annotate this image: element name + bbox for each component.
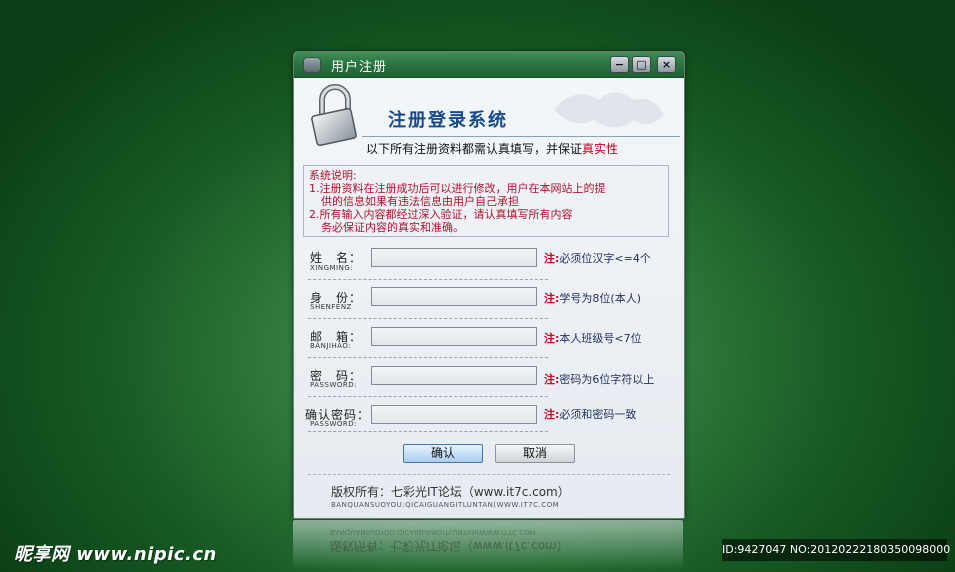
notice-text: 以下所有注册资料都需认真填写，并保证真实性 (366, 140, 618, 157)
notice-prefix: 以下所有注册资料都需认真填写，并保证 (366, 142, 583, 156)
cancel-button[interactable]: 取消 (495, 444, 575, 463)
confirm-password-sublabel: PASSWORD: (310, 420, 357, 428)
world-map-decoration (554, 92, 664, 128)
note-text: 学号为8位(本人) (559, 292, 641, 305)
window-title: 用户注册 (331, 60, 388, 75)
banner: 注册登录系统 (294, 78, 684, 146)
name-note: 注:必须位汉字<=4个 (544, 250, 651, 266)
maximize-button[interactable]: □ (632, 56, 651, 73)
system-description: 系统说明: 1.注册资料在注册成功后可以进行修改，用户在本网站上的提 供的信息如… (303, 165, 669, 237)
description-heading: 系统说明: (309, 169, 357, 182)
window-reflection: BANQUANSUOYOU:QICAIGUANGITLUNTAN(WWW.IT7… (293, 520, 683, 570)
id-input[interactable] (371, 287, 537, 306)
reflection-subtext: BANQUANSUOYOU:QICAIGUANGITLUNTAN(WWW.IT7… (330, 528, 536, 536)
id-sublabel: SHENFENZ (310, 303, 352, 311)
confirm-button[interactable]: 确认 (403, 444, 483, 463)
password-input[interactable] (371, 366, 537, 385)
minimize-button[interactable]: − (610, 56, 629, 73)
row-divider (308, 318, 548, 319)
row-divider (308, 357, 548, 358)
note-tag: 注: (544, 292, 560, 305)
description-line: 1.注册资料在注册成功后可以进行修改，用户在本网站上的提 (309, 182, 606, 195)
email-input[interactable] (371, 327, 537, 346)
note-text: 密码为6位字符以上 (559, 373, 655, 386)
note-text: 必须和密码一致 (559, 408, 637, 421)
confirm-password-note: 注:必须和密码一致 (544, 406, 636, 422)
id-note: 注:学号为8位(本人) (544, 290, 641, 306)
email-sublabel: BANJIHAO: (310, 342, 352, 350)
notice-highlight: 真实性 (582, 142, 619, 156)
padlock-icon (311, 84, 357, 146)
note-text: 本人班级号<7位 (559, 332, 642, 345)
app-icon (303, 57, 321, 73)
copyright-text: 版权所有：七彩光IT论坛（www.it7c.com） (331, 485, 570, 499)
note-tag: 注: (544, 252, 560, 265)
description-line: 务必保证内容的真实和准确。 (321, 221, 464, 234)
close-button[interactable]: × (657, 56, 676, 73)
email-note: 注:本人班级号<7位 (544, 330, 642, 346)
registration-window: 用户注册 − □ × 注册登录系统 以下所有注册资料都需认真填写，并保证真实性 … (293, 51, 685, 519)
title-bar[interactable]: 用户注册 − □ × (294, 52, 684, 78)
name-sublabel: XINGMING: (310, 264, 354, 272)
footer-divider (308, 474, 670, 475)
site-watermark: 昵享网 www.nipic.cn (14, 544, 217, 565)
note-tag: 注: (544, 408, 560, 421)
description-line: 供的信息如果有违法信息由用户自己承担 (321, 195, 519, 208)
note-tag: 注: (544, 373, 560, 386)
row-divider (308, 431, 548, 432)
row-divider (308, 396, 548, 397)
row-divider (308, 279, 548, 280)
image-id-watermark: ID:9427047 NO:20120222180350098000 (722, 539, 950, 561)
reflection-text: 版权所有：七彩光IT论坛（www.it7c.com） (330, 539, 569, 553)
password-note: 注:密码为6位字符以上 (544, 371, 654, 387)
name-input[interactable] (371, 248, 537, 267)
password-sublabel: PASSWORD: (310, 381, 357, 389)
copyright-subtext: BANQUANSUOYOU:QICAIGUANGITLUNTAN(WWW.IT7… (331, 501, 560, 509)
note-tag: 注: (544, 332, 560, 345)
description-line: 2.所有输入内容都经过深入验证，请认真填写所有内容 (309, 208, 573, 221)
note-text: 必须位汉字<=4个 (559, 252, 651, 265)
banner-divider (362, 136, 680, 137)
confirm-password-input[interactable] (371, 405, 537, 424)
system-title: 注册登录系统 (388, 110, 508, 131)
